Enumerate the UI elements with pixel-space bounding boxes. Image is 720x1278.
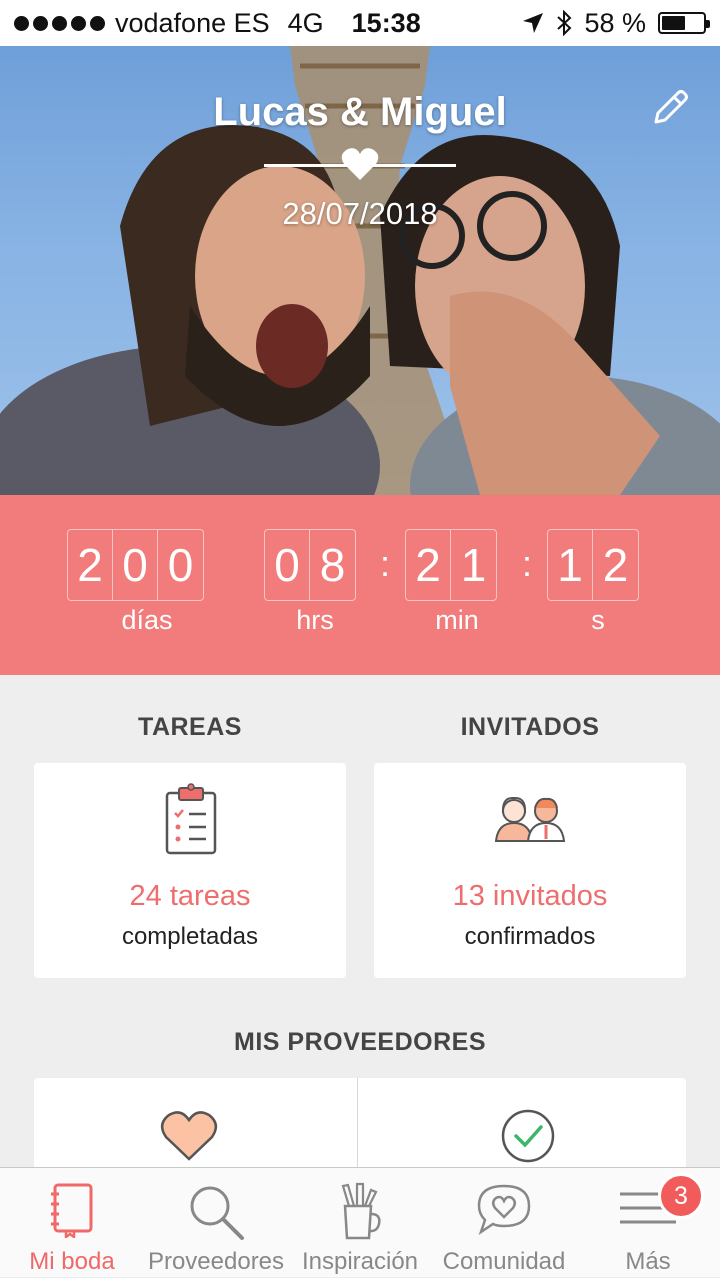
favorite-providers-heart-icon[interactable] bbox=[160, 1110, 218, 1162]
tasks-count: 24 tareas bbox=[129, 880, 251, 912]
seconds-digit: 1 bbox=[548, 530, 593, 600]
couple-photo-header: Lucas & Miguel 28/07/2018 bbox=[0, 46, 720, 495]
hours-label: hrs bbox=[296, 605, 334, 635]
days-digit: 0 bbox=[167, 539, 194, 591]
minutes-digit: 2 bbox=[406, 530, 451, 600]
heart-icon bbox=[341, 148, 379, 180]
seconds-digit: 2 bbox=[602, 539, 629, 591]
tasks-section-title: TAREAS bbox=[138, 713, 242, 741]
tab-comunidad[interactable]: Comunidad bbox=[432, 1168, 576, 1278]
minutes-counter: 2 1 bbox=[405, 529, 497, 601]
couple-names: Lucas & Miguel bbox=[213, 90, 507, 134]
battery-percent: 58 % bbox=[584, 7, 646, 38]
tasks-card[interactable]: 24 tareas completadas bbox=[34, 763, 346, 978]
minutes-label: min bbox=[435, 605, 479, 635]
hours-digit: 8 bbox=[319, 539, 346, 591]
time-separator: : bbox=[380, 543, 391, 584]
network-type: 4G bbox=[287, 7, 324, 38]
signal-icon bbox=[14, 15, 105, 31]
days-digit: 0 bbox=[113, 530, 158, 600]
carrier-name: vodafone ES bbox=[115, 7, 270, 38]
battery-icon bbox=[658, 12, 710, 34]
hours-digit: 0 bbox=[265, 530, 310, 600]
guests-section-title: INVITADOS bbox=[460, 713, 600, 741]
days-counter: 2 0 0 bbox=[67, 529, 204, 601]
status-bar: vodafone ES 4G 15:38 58 % bbox=[0, 0, 720, 46]
tab-inspiracion[interactable]: Inspiración bbox=[288, 1168, 432, 1278]
tab-label: Proveedores bbox=[147, 1248, 285, 1275]
clipboard-icon bbox=[165, 783, 217, 855]
countdown-panel: 2 0 0 0 8 : 2 1 : 1 2 días hrs min s bbox=[0, 495, 720, 675]
tab-label: Más bbox=[625, 1248, 671, 1275]
status-time: 15:38 bbox=[351, 7, 421, 38]
guests-caption: confirmados bbox=[464, 923, 596, 950]
tab-label: Mi boda bbox=[29, 1248, 115, 1275]
edit-pencil-icon[interactable] bbox=[648, 86, 692, 130]
tab-label: Comunidad bbox=[442, 1248, 566, 1275]
time-separator: : bbox=[522, 543, 533, 584]
location-arrow-icon bbox=[523, 13, 544, 33]
guests-icon bbox=[494, 796, 566, 842]
tab-label: Inspiración bbox=[301, 1248, 419, 1275]
booked-providers-check-icon[interactable] bbox=[500, 1108, 556, 1164]
tab-bar: Mi boda Proveedores Inspiración Comunida… bbox=[0, 1167, 720, 1277]
seconds-counter: 1 2 bbox=[547, 529, 639, 601]
bluetooth-icon bbox=[557, 10, 572, 36]
tasks-caption: completadas bbox=[121, 923, 259, 950]
guests-count: 13 invitados bbox=[452, 880, 608, 912]
minutes-digit: 1 bbox=[460, 539, 487, 591]
hours-counter: 0 8 bbox=[264, 529, 356, 601]
guests-card[interactable]: 13 invitados confirmados bbox=[374, 763, 686, 978]
pencil-cup-icon bbox=[341, 1182, 381, 1240]
notification-badge: 3 bbox=[658, 1173, 704, 1219]
wedding-date: 28/07/2018 bbox=[282, 196, 438, 231]
tab-mi-boda[interactable]: Mi boda bbox=[0, 1168, 144, 1278]
days-label: días bbox=[121, 605, 173, 635]
heart-chat-icon bbox=[477, 1184, 531, 1236]
notebook-icon bbox=[51, 1183, 93, 1238]
tab-proveedores[interactable]: Proveedores bbox=[144, 1168, 288, 1278]
providers-section-title: MIS PROVEEDORES bbox=[234, 1028, 486, 1056]
search-icon bbox=[190, 1186, 244, 1240]
seconds-label: s bbox=[591, 605, 605, 635]
days-digit: 2 bbox=[68, 530, 113, 600]
